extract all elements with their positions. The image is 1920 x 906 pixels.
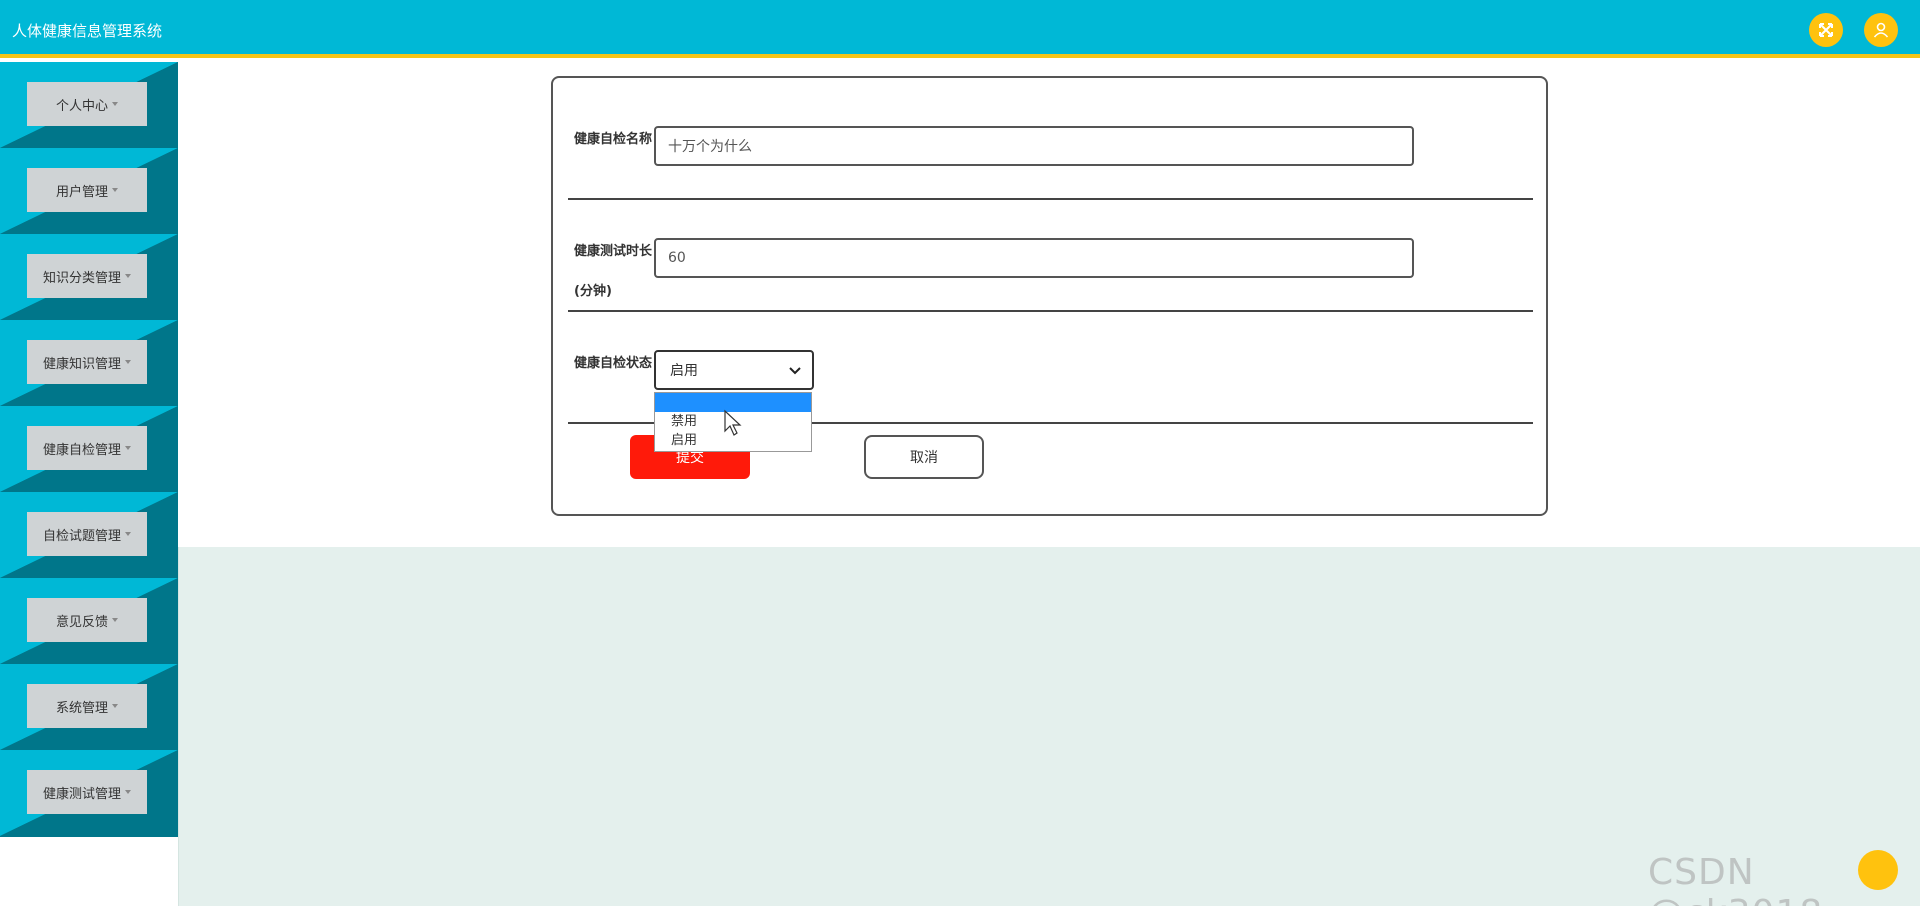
sidebar-item-knowledge-category[interactable]: 知识分类管理: [0, 234, 178, 320]
caret-down-icon: [125, 532, 131, 536]
caret-down-icon: [112, 102, 118, 106]
duration-input[interactable]: 60: [654, 238, 1414, 278]
sidebar-item-label: 个人中心: [55, 98, 108, 114]
sidebar-item-label: 健康自检管理: [42, 442, 121, 458]
duration-label: 健康测试时长(分钟): [574, 244, 653, 299]
sidebar-blank-area: [0, 837, 178, 906]
sidebar-item-selfcheck-questions[interactable]: 自检试题管理: [0, 492, 178, 578]
sidebar-button[interactable]: 意见反馈: [27, 598, 147, 642]
sidebar-item-feedback[interactable]: 意见反馈: [0, 578, 178, 664]
app-title: 人体健康信息管理系统: [12, 22, 163, 40]
sidebar-button[interactable]: 自检试题管理: [27, 512, 147, 556]
caret-down-icon: [112, 618, 118, 622]
sidebar-button[interactable]: 知识分类管理: [27, 254, 147, 298]
sidebar-item-label: 健康测试管理: [42, 786, 121, 802]
fullscreen-button[interactable]: [1809, 13, 1843, 47]
caret-down-icon: [125, 274, 131, 278]
sidebar-button[interactable]: 健康测试管理: [27, 770, 147, 814]
sidebar-button[interactable]: 健康自检管理: [27, 426, 147, 470]
sidebar-item-health-test[interactable]: 健康测试管理: [0, 750, 178, 836]
edit-form: 健康自检名称 十万个为什么 健康测试时长(分钟) 60 健康自检状态 启用 提交…: [551, 76, 1548, 516]
sidebar-button[interactable]: 用户管理: [27, 168, 147, 212]
sidebar: 个人中心 用户管理 知识分类管理 健康知识管理 健康自检管理 自检试题管理 意见…: [0, 62, 178, 837]
caret-down-icon: [125, 790, 131, 794]
user-icon: [1873, 22, 1889, 38]
name-input[interactable]: 十万个为什么: [654, 126, 1414, 166]
cancel-button[interactable]: 取消: [864, 435, 984, 479]
user-button[interactable]: [1864, 13, 1898, 47]
form-row-duration: 健康测试时长(分钟) 60: [568, 200, 1533, 312]
sidebar-item-label: 健康知识管理: [42, 356, 121, 372]
caret-down-icon: [112, 188, 118, 192]
status-label: 健康自检状态: [574, 356, 653, 371]
watermark: CSDN @ck3018: [1648, 852, 1822, 906]
sidebar-button[interactable]: 健康知识管理: [27, 340, 147, 384]
caret-down-icon: [125, 446, 131, 450]
sidebar-item-system[interactable]: 系统管理: [0, 664, 178, 750]
caret-down-icon: [125, 360, 131, 364]
sidebar-button[interactable]: 个人中心: [27, 82, 147, 126]
top-header: 人体健康信息管理系统: [0, 0, 1920, 58]
sidebar-item-health-knowledge[interactable]: 健康知识管理: [0, 320, 178, 406]
sidebar-item-label: 系统管理: [55, 700, 108, 716]
sidebar-item-user-management[interactable]: 用户管理: [0, 148, 178, 234]
sidebar-item-label: 自检试题管理: [42, 528, 121, 544]
status-select[interactable]: 启用: [654, 350, 814, 390]
caret-down-icon: [112, 704, 118, 708]
mouse-cursor-icon: [724, 409, 742, 436]
form-row-name: 健康自检名称 十万个为什么: [568, 100, 1533, 200]
sidebar-button[interactable]: 系统管理: [27, 684, 147, 728]
name-label: 健康自检名称: [574, 132, 653, 147]
sidebar-item-label: 知识分类管理: [42, 270, 121, 286]
status-select-value: 启用: [670, 363, 698, 379]
sidebar-item-label: 用户管理: [55, 184, 108, 200]
fullscreen-icon: [1819, 23, 1833, 37]
chevron-down-icon: [789, 367, 801, 375]
sidebar-item-personal-center[interactable]: 个人中心: [0, 62, 178, 148]
sidebar-item-health-selfcheck[interactable]: 健康自检管理: [0, 406, 178, 492]
sidebar-item-label: 意见反馈: [55, 614, 108, 630]
